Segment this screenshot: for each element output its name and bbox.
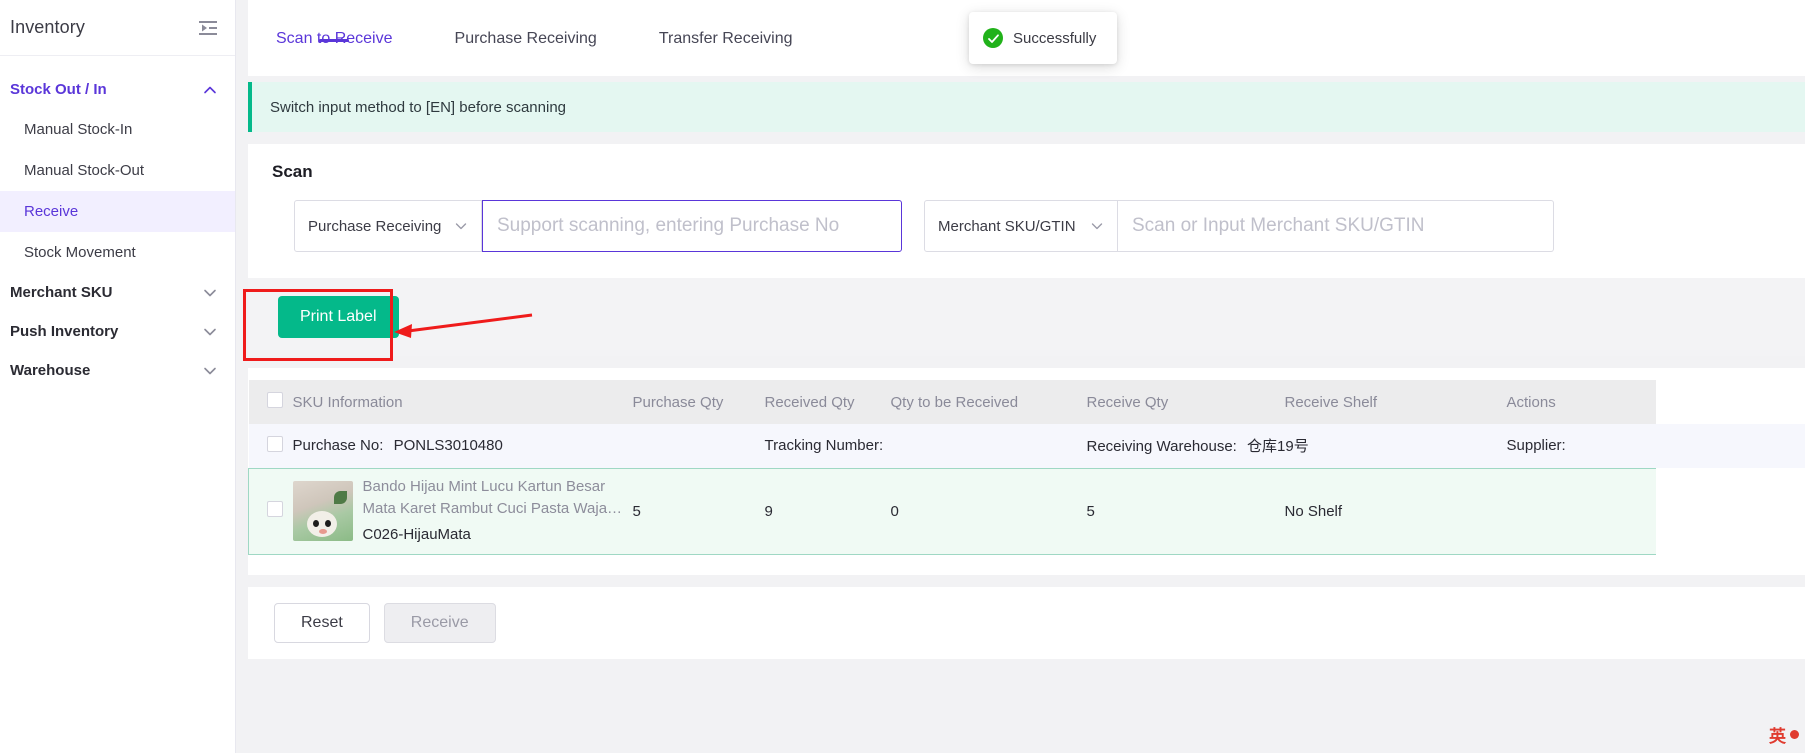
tab-transfer-receiving[interactable]: Transfer Receiving	[659, 0, 793, 48]
column-receive-qty: Receive Qty	[1086, 380, 1285, 424]
sidebar: Inventory Stock Out / In Manual Stock-In…	[0, 0, 236, 753]
row-actions-cell[interactable]	[1506, 467, 1656, 555]
main-content: Scan to Receive Purchase Receiving Trans…	[236, 0, 1805, 753]
app-root: Inventory Stock Out / In Manual Stock-In…	[0, 0, 1805, 753]
sidebar-group-label: Stock Out / In	[10, 81, 107, 98]
chevron-down-icon[interactable]	[202, 324, 218, 340]
column-sku-information: SKU Information	[292, 380, 633, 424]
receiving-warehouse-cell: Receiving Warehouse: 仓库19号	[1086, 424, 1507, 468]
tracking-number-cell: Tracking Number:	[764, 424, 1087, 468]
annotation-arrow-icon	[394, 313, 533, 338]
receiving-warehouse-value: 仓库19号	[1247, 438, 1309, 456]
scan-input[interactable]: Support scanning, entering Purchase No	[482, 200, 902, 252]
receive-button[interactable]: Receive	[383, 602, 496, 643]
sidebar-group-label: Warehouse	[10, 362, 91, 379]
chevron-down-icon[interactable]	[1089, 218, 1105, 234]
receive-table-element: SKU Information Purchase Qty Received Qt…	[248, 380, 1805, 555]
column-qty-to-be-received: Qty to be Received	[890, 380, 1087, 424]
chevron-down-icon[interactable]	[202, 363, 218, 379]
product-thumbnail-icon	[292, 481, 353, 541]
select-all-checkbox[interactable]	[266, 392, 283, 408]
group-row-select-cell	[248, 424, 293, 468]
scan-input-row: Purchase Receiving Support scanning, ent…	[248, 200, 1805, 252]
sidebar-item-manual-stock-in[interactable]: Manual Stock-In	[0, 109, 235, 150]
sidebar-item-manual-stock-out[interactable]: Manual Stock-Out	[0, 150, 235, 191]
purchase-no-cell: Purchase No: PONLS3010480	[292, 424, 765, 468]
sku-type-value: Merchant SKU/GTIN	[938, 217, 1076, 235]
supplier-cell: Supplier:	[1506, 424, 1805, 468]
sidebar-header: Inventory	[0, 0, 235, 56]
column-purchase-qty: Purchase Qty	[632, 380, 765, 424]
sidebar-group-merchant-sku[interactable]: Merchant SKU	[0, 273, 235, 312]
reset-button[interactable]: Reset	[274, 602, 370, 643]
scan-type-select[interactable]: Purchase Receiving	[294, 200, 482, 252]
scan-section: Scan Purchase Receiving Support scanning…	[248, 144, 1805, 278]
sidebar-group-label: Push Inventory	[10, 323, 119, 340]
qty-to-be-received-cell: 0	[890, 467, 1087, 555]
purchase-no-value: PONLS3010480	[393, 437, 503, 455]
tab-purchase-receiving[interactable]: Purchase Receiving	[455, 0, 597, 48]
info-banner: Switch input method to [EN] before scann…	[248, 82, 1805, 132]
chevron-down-icon[interactable]	[202, 285, 218, 301]
sidebar-menu: Stock Out / In Manual Stock-In Manual St…	[0, 56, 235, 390]
tab-scan-to-receive[interactable]: Scan to Receive	[276, 0, 393, 48]
ime-status-dot-icon	[1790, 730, 1799, 739]
receive-shelf-cell[interactable]: No Shelf	[1284, 467, 1507, 555]
column-receive-shelf: Receive Shelf	[1284, 380, 1507, 424]
table-row[interactable]: Bando Hijau Mint Lucu Kartun Besar Mata …	[248, 467, 1805, 555]
sku-type-select[interactable]: Merchant SKU/GTIN	[924, 200, 1118, 252]
sku-information-cell: Bando Hijau Mint Lucu Kartun Besar Mata …	[292, 467, 633, 555]
chevron-down-icon[interactable]	[453, 218, 469, 234]
page-title: Inventory	[10, 17, 85, 37]
purchase-group-row: Purchase No: PONLS3010480 Tracking Numbe…	[248, 424, 1805, 468]
received-qty-cell: 9	[764, 467, 891, 555]
group-row-checkbox[interactable]	[266, 435, 283, 452]
print-label-button[interactable]: Print Label	[278, 296, 399, 338]
row-checkbox[interactable]	[267, 501, 283, 517]
purchase-no-label: Purchase No:	[292, 437, 384, 455]
table-header-row: SKU Information Purchase Qty Received Qt…	[248, 380, 1805, 424]
sku-input[interactable]: Scan or Input Merchant SKU/GTIN	[1118, 200, 1554, 252]
sidebar-group-push-inventory[interactable]: Push Inventory	[0, 312, 235, 351]
sidebar-group-warehouse[interactable]: Warehouse	[0, 351, 235, 390]
sidebar-group-label: Merchant SKU	[10, 284, 113, 301]
sidebar-item-receive[interactable]: Receive	[0, 191, 235, 232]
form-footer: Reset Receive	[248, 586, 1805, 659]
success-toast: Successfully	[969, 12, 1117, 64]
supplier-label: Supplier:	[1506, 437, 1566, 455]
scan-section-title: Scan	[272, 162, 313, 181]
sidebar-group-stock-out-in[interactable]: Stock Out / In	[0, 70, 235, 109]
receive-table: SKU Information Purchase Qty Received Qt…	[248, 368, 1805, 575]
receiving-warehouse-label: Receiving Warehouse:	[1086, 438, 1237, 456]
sidebar-item-stock-movement[interactable]: Stock Movement	[0, 232, 235, 273]
receive-qty-cell[interactable]: 5	[1086, 467, 1285, 555]
menu-fold-icon[interactable]	[198, 18, 218, 38]
tracking-number-label: Tracking Number:	[764, 437, 884, 455]
scan-type-value: Purchase Receiving	[308, 217, 442, 235]
ime-indicator: 英	[1769, 722, 1799, 747]
product-name: Bando Hijau Mint Lucu Kartun Besar Mata …	[362, 478, 623, 517]
select-all-header	[248, 380, 293, 424]
info-banner-text: Switch input method to [EN] before scann…	[270, 98, 567, 116]
row-select-cell	[248, 467, 293, 555]
column-actions: Actions	[1506, 380, 1656, 424]
chevron-up-icon[interactable]	[202, 82, 218, 98]
ime-language-label: 英	[1769, 727, 1786, 746]
purchase-qty-cell: 5	[632, 467, 765, 555]
toast-message: Successfully	[1013, 29, 1097, 47]
column-received-qty: Received Qty	[764, 380, 891, 424]
product-sku-code: C026-HijauMata	[362, 526, 471, 543]
success-check-icon	[983, 28, 1003, 48]
